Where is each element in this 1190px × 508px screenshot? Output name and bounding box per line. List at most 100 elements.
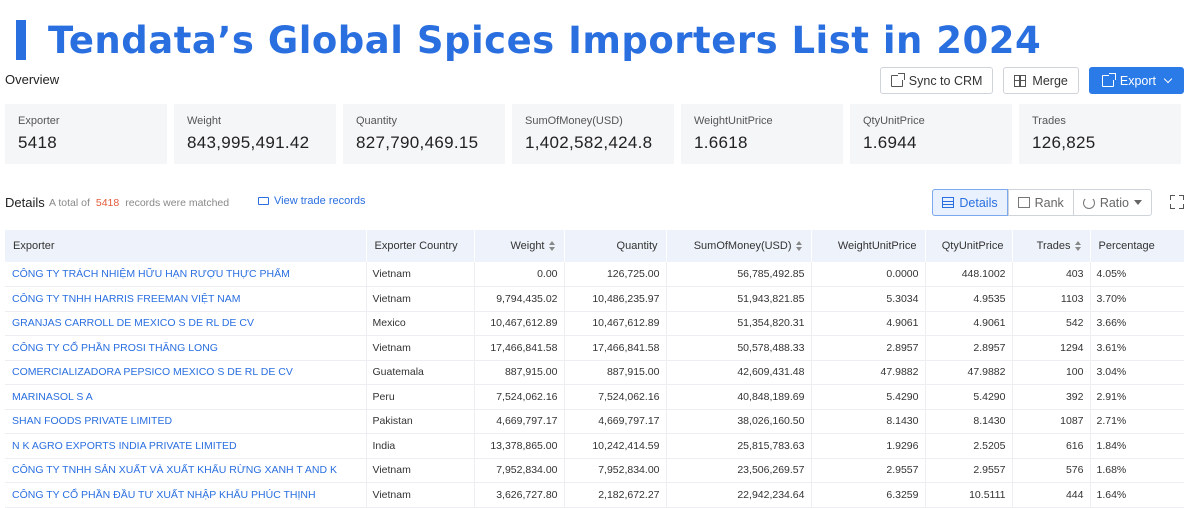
sort-icon[interactable] — [548, 241, 556, 252]
details-header: Details A total of 5418 records were match… — [5, 189, 1184, 218]
view-mode-switch: Details Rank Ratio — [932, 189, 1152, 216]
record-count: 5418 — [95, 197, 120, 209]
view-trade-records-link[interactable]: View trade records — [258, 195, 366, 207]
merge-button[interactable]: Merge — [1003, 67, 1079, 94]
cell-sum-of-money: 51,354,820.31 — [666, 311, 812, 336]
table-row[interactable]: CÔNG TY TNHH SẢN XUẤT VÀ XUẤT KHẨU RỪNG … — [5, 458, 1184, 483]
stat-label: Quantity — [356, 115, 397, 127]
tab-rank[interactable]: Rank — [1007, 190, 1073, 215]
exporters-table: Exporter Exporter Country Weight Quantit… — [5, 230, 1184, 508]
cell-weight: 17,466,841.58 — [474, 335, 565, 361]
cell-weight: 9,794,435.02 — [474, 286, 565, 312]
col-header-exporter-country: Exporter Country — [366, 230, 475, 262]
col-header-exporter: Exporter — [5, 230, 367, 262]
cell-quantity: 17,466,841.58 — [564, 335, 667, 361]
export-button[interactable]: Export — [1088, 67, 1184, 94]
cell-exporter-country: Mexico — [366, 311, 475, 336]
table-row[interactable]: SHAN FOODS PRIVATE LIMITED Pakistan 4,669,… — [5, 409, 1184, 434]
cell-weight-unit-price: 2.9557 — [811, 458, 926, 483]
cell-sum-of-money: 56,785,492.85 — [666, 262, 812, 287]
cell-qty-unit-price: 47.9882 — [925, 360, 1013, 385]
cell-exporter-name[interactable]: CÔNG TY TNHH HARRIS FREEMAN VIỆT NAM — [5, 286, 367, 312]
cell-weight-unit-price: 47.9882 — [811, 360, 926, 385]
table-row[interactable]: MARINASOL S A Peru 7,524,062.16 7,524,062.1… — [5, 384, 1184, 410]
cell-quantity: 126,725.00 — [564, 262, 667, 287]
cell-percentage: 1.84% — [1090, 433, 1184, 459]
cell-percentage: 1.64% — [1090, 482, 1184, 508]
cell-qty-unit-price: 5.4290 — [925, 384, 1013, 410]
tab-ratio[interactable]: Ratio — [1072, 190, 1151, 215]
cell-sum-of-money: 38,026,160.50 — [666, 409, 812, 434]
cell-percentage: 3.61% — [1090, 335, 1184, 361]
stat-label: QtyUnitPrice — [863, 115, 925, 127]
stat-value: 827,790,469.15 — [356, 133, 479, 152]
cell-exporter-name[interactable]: COMERCIALIZADORA PEPSICO MEXICO S DE RL … — [5, 360, 367, 385]
stat-weight-unit-price: WeightUnitPrice 1.6618 — [681, 104, 843, 164]
cell-percentage: 4.05% — [1090, 262, 1184, 287]
cell-weight: 3,626,727.80 — [474, 482, 565, 508]
stat-label: SumOfMoney(USD) — [525, 115, 623, 127]
sync-icon — [890, 72, 905, 87]
cell-weight: 4,669,797.17 — [474, 409, 565, 434]
cell-percentage: 2.91% — [1090, 384, 1184, 410]
rank-icon — [1017, 197, 1030, 208]
table-row[interactable]: GRANJAS CARROLL DE MEXICO S DE RL DE CV M… — [5, 311, 1184, 336]
cell-qty-unit-price: 10.5111 — [925, 482, 1013, 508]
cell-exporter-name[interactable]: MARINASOL S A — [5, 384, 367, 410]
sync-label: Sync to CRM — [908, 73, 983, 88]
cell-exporter-name[interactable]: CÔNG TY CỔ PHẦN PROSI THĂNG LONG — [5, 335, 367, 361]
table-row[interactable]: N K AGRO EXPORTS INDIA PRIVATE LIMITED In… — [5, 433, 1184, 459]
sync-to-crm-button[interactable]: Sync to CRM — [879, 67, 994, 94]
cell-exporter-name[interactable]: CÔNG TY TRÁCH NHIỆM HỮU HẠN RƯỢU THỰC PH… — [5, 262, 367, 287]
cell-qty-unit-price: 8.1430 — [925, 409, 1013, 434]
cell-exporter-country: Vietnam — [366, 262, 475, 287]
caret-down-icon — [1134, 200, 1142, 205]
stat-exporter: Exporter 5418 — [5, 104, 167, 164]
cell-trades: 1294 — [1012, 335, 1091, 361]
tab-ratio-label: Ratio — [1099, 195, 1129, 210]
table-row[interactable]: CÔNG TY CỔ PHẦN PROSI THĂNG LONG Vietnam 1… — [5, 335, 1184, 361]
cell-qty-unit-price: 448.1002 — [925, 262, 1013, 287]
cell-exporter-country: Pakistan — [366, 409, 475, 434]
stat-value: 5418 — [18, 133, 58, 152]
cell-exporter-country: Vietnam — [366, 286, 475, 312]
overview-label: Overview — [5, 72, 60, 87]
cell-exporter-name[interactable]: N K AGRO EXPORTS INDIA PRIVATE LIMITED — [5, 433, 367, 459]
details-label: Details — [5, 195, 45, 210]
cell-trades: 100 — [1012, 360, 1091, 385]
table-row[interactable]: CÔNG TY CỔ PHẦN ĐẦU TƯ XUẤT NHẬP KHẨU PH… — [5, 482, 1184, 508]
col-header-trades[interactable]: Trades — [1012, 230, 1091, 262]
cell-sum-of-money: 51,943,821.85 — [666, 286, 812, 312]
page-title: Tendata’s Global Spices Importers List i… — [16, 18, 1041, 62]
cell-trades: 1087 — [1012, 409, 1091, 434]
cell-quantity: 10,242,414.59 — [564, 433, 667, 459]
export-icon — [1101, 72, 1116, 87]
cell-exporter-country: Vietnam — [366, 482, 475, 508]
cell-exporter-name[interactable]: SHAN FOODS PRIVATE LIMITED — [5, 409, 367, 434]
cell-qty-unit-price: 4.9535 — [925, 286, 1013, 312]
fullscreen-icon[interactable] — [1170, 195, 1184, 209]
cell-qty-unit-price: 2.5205 — [925, 433, 1013, 459]
cell-exporter-name[interactable]: GRANJAS CARROLL DE MEXICO S DE RL DE CV — [5, 311, 367, 336]
sort-icon[interactable] — [1074, 241, 1082, 252]
stat-value: 126,825 — [1032, 133, 1096, 152]
col-header-weight[interactable]: Weight — [474, 230, 565, 262]
cell-sum-of-money: 25,815,783.63 — [666, 433, 812, 459]
cell-weight-unit-price: 6.3259 — [811, 482, 926, 508]
table-row[interactable]: COMERCIALIZADORA PEPSICO MEXICO S DE RL … — [5, 360, 1184, 385]
stat-quantity: Quantity 827,790,469.15 — [343, 104, 505, 164]
cell-exporter-name[interactable]: CÔNG TY TNHH SẢN XUẤT VÀ XUẤT KHẨU RỪNG … — [5, 458, 367, 483]
cell-trades: 403 — [1012, 262, 1091, 287]
cell-quantity: 7,524,062.16 — [564, 384, 667, 410]
sort-icon[interactable] — [795, 241, 803, 252]
col-header-sum-of-money[interactable]: SumOfMoney(USD) — [666, 230, 812, 262]
cell-percentage: 1.68% — [1090, 458, 1184, 483]
cell-quantity: 10,486,235.97 — [564, 286, 667, 312]
tab-details[interactable]: Details — [932, 189, 1008, 216]
cell-weight-unit-price: 2.8957 — [811, 335, 926, 361]
cell-exporter-name[interactable]: CÔNG TY CỔ PHẦN ĐẦU TƯ XUẤT NHẬP KHẨU PH… — [5, 482, 367, 508]
table-row[interactable]: CÔNG TY TNHH HARRIS FREEMAN VIỆT NAM Viet… — [5, 286, 1184, 312]
table-row[interactable]: CÔNG TY TRÁCH NHIỆM HỮU HẠN RƯỢU THỰC PH… — [5, 262, 1184, 287]
cell-quantity: 887,915.00 — [564, 360, 667, 385]
cell-sum-of-money: 23,506,269.57 — [666, 458, 812, 483]
